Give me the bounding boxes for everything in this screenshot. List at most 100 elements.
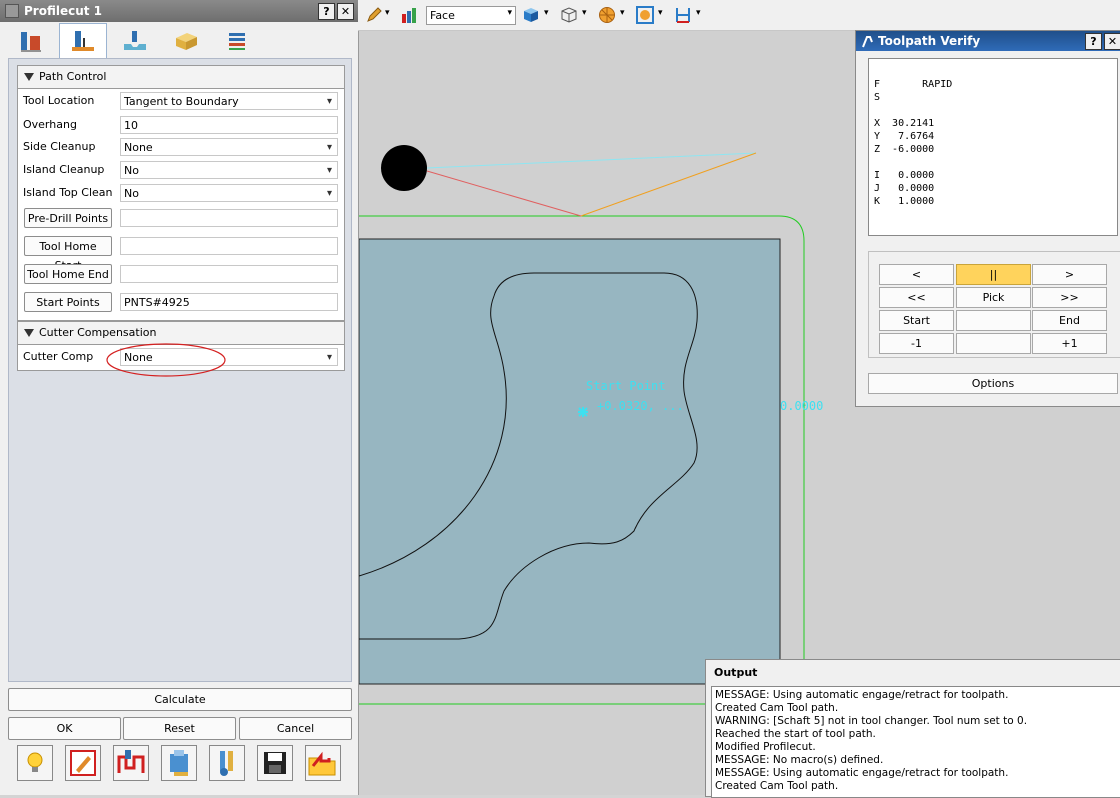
log-line: MESSAGE: Using automatic engage/retract … <box>715 689 1009 701</box>
rapid-line-cyan <box>426 152 757 169</box>
end-button[interactable]: End <box>1032 310 1107 331</box>
island-top-clean-label: Island Top Clean <box>23 186 113 199</box>
depth-icon <box>124 31 146 50</box>
output-log[interactable]: MESSAGE: Using automatic engage/retract … <box>711 686 1120 798</box>
pencil-icon[interactable] <box>366 7 382 23</box>
tool-home-start-field[interactable] <box>120 237 338 255</box>
chevron-down-icon[interactable]: ▾ <box>544 8 549 18</box>
start-button[interactable]: Start <box>879 310 954 331</box>
tab-stock[interactable] <box>163 25 209 57</box>
tool-location-label: Tool Location <box>23 94 95 107</box>
pick-button[interactable]: Pick <box>956 287 1031 308</box>
row-tool-home-start: Tool Home Start <box>18 235 344 272</box>
save-icon <box>264 752 286 774</box>
verify-window-icon <box>862 35 873 47</box>
wireframe-cube-icon[interactable] <box>560 6 578 24</box>
calculate-button[interactable]: Calculate <box>8 688 352 711</box>
ok-button[interactable]: OK <box>8 717 121 740</box>
tool-database-button[interactable] <box>161 745 197 781</box>
start-points-button[interactable]: Start Points <box>24 292 112 312</box>
verify-close-button[interactable]: ✕ <box>1104 32 1120 50</box>
tool-settings-icon <box>220 751 233 776</box>
tab-depth[interactable] <box>112 25 158 57</box>
log-line: MESSAGE: No macro(s) defined. <box>715 754 884 766</box>
tool-settings-button[interactable] <box>209 745 245 781</box>
layers-icon <box>229 33 245 50</box>
measure-icon[interactable] <box>674 6 692 24</box>
options-button[interactable]: Options <box>868 373 1118 394</box>
minus-one-button[interactable]: -1 <box>879 333 954 354</box>
fast-forward-button[interactable]: >> <box>1032 287 1107 308</box>
blank-button-1[interactable] <box>956 310 1031 331</box>
tool-holder-icon <box>21 32 41 52</box>
step-back-button[interactable]: < <box>879 264 954 285</box>
tool-location-select[interactable]: Tangent to Boundary <box>120 92 338 111</box>
rewind-button[interactable]: << <box>879 287 954 308</box>
verify-title: Toolpath Verify <box>878 34 981 48</box>
tool-home-start-button[interactable]: Tool Home Start <box>24 236 112 272</box>
view-filter-icon[interactable] <box>401 6 419 24</box>
readout-x: X 30.2141 <box>874 118 935 129</box>
row-overhang: Overhang 10 <box>18 114 344 136</box>
step-forward-button[interactable]: > <box>1032 264 1107 285</box>
edit-sheet-icon <box>70 750 96 776</box>
tool-home-end-field[interactable] <box>120 265 338 283</box>
profile-path-button[interactable] <box>113 745 149 781</box>
log-line: Reached the start of tool path. <box>715 728 876 740</box>
start-points-field[interactable]: PNTS#4925 <box>120 293 338 311</box>
pause-button[interactable]: || <box>956 264 1031 285</box>
row-island-top-clean: Island Top Clean No <box>18 182 344 204</box>
reset-button[interactable]: Reset <box>123 717 236 740</box>
highlight-ellipse <box>106 343 226 377</box>
view-select-value: Face <box>430 9 455 22</box>
island-cleanup-label: Island Cleanup <box>23 163 105 176</box>
collapse-triangle-icon <box>24 329 34 337</box>
save-button[interactable] <box>257 745 293 781</box>
view-select[interactable]: Face ▾ <box>426 6 516 25</box>
tab-layers[interactable] <box>214 25 260 57</box>
chevron-down-icon[interactable]: ▾ <box>658 8 663 18</box>
log-line: WARNING: [Schaft 5] not in tool changer.… <box>715 715 1028 727</box>
start-point-label: Start Point <box>586 379 666 393</box>
close-button[interactable]: ✕ <box>337 2 354 20</box>
rapid-line-red <box>426 170 582 217</box>
chevron-down-icon[interactable]: ▾ <box>620 8 625 18</box>
row-pre-drill: Pre-Drill Points <box>18 207 344 229</box>
blank-button-2[interactable] <box>956 333 1031 354</box>
rapid-line-orange <box>580 152 757 217</box>
cancel-button[interactable]: Cancel <box>239 717 352 740</box>
row-tool-home-end: Tool Home End <box>18 263 344 285</box>
island-top-clean-select[interactable]: No <box>120 184 338 203</box>
coord-label-1: +0.0320, ... <box>597 399 684 413</box>
row-island-cleanup: Island Cleanup No <box>18 159 344 181</box>
pre-drill-points-field[interactable] <box>120 209 338 227</box>
pre-drill-points-button[interactable]: Pre-Drill Points <box>24 208 112 228</box>
panel-titlebar: Profilecut 1 ? ✕ <box>0 0 358 22</box>
hint-button[interactable] <box>17 745 53 781</box>
tab-path-control[interactable] <box>59 23 107 58</box>
open-folder-button[interactable] <box>305 745 341 781</box>
mesh-sphere-icon[interactable] <box>598 6 616 24</box>
help-button[interactable]: ? <box>318 2 335 20</box>
lightbulb-icon <box>27 752 43 772</box>
path-control-header[interactable]: Path Control <box>18 66 344 89</box>
tab-tool[interactable] <box>8 25 54 57</box>
chevron-down-icon[interactable]: ▾ <box>582 8 587 18</box>
overhang-input[interactable]: 10 <box>120 116 338 134</box>
shaded-cube-icon[interactable] <box>522 6 540 24</box>
island-cleanup-select[interactable]: No <box>120 161 338 180</box>
tab-strip <box>8 23 265 59</box>
plus-one-button[interactable]: +1 <box>1032 333 1107 354</box>
edit-sheet-button[interactable] <box>65 745 101 781</box>
tool-home-end-button[interactable]: Tool Home End <box>24 264 112 284</box>
coord-label-2: 0.0000 <box>780 399 824 413</box>
panel-title: Profilecut 1 <box>24 4 103 18</box>
readout-y: Y 7.6764 <box>874 131 935 142</box>
verify-help-button[interactable]: ? <box>1085 32 1102 50</box>
chevron-down-icon[interactable]: ▾ <box>696 8 701 18</box>
profilecut-panel: Profilecut 1 ? ✕ Path Control Tool Locat… <box>0 0 359 795</box>
chevron-down-icon[interactable]: ▾ <box>385 8 390 18</box>
open-folder-icon <box>308 751 336 776</box>
orbit-view-icon[interactable] <box>636 6 654 24</box>
side-cleanup-select[interactable]: None <box>120 138 338 157</box>
